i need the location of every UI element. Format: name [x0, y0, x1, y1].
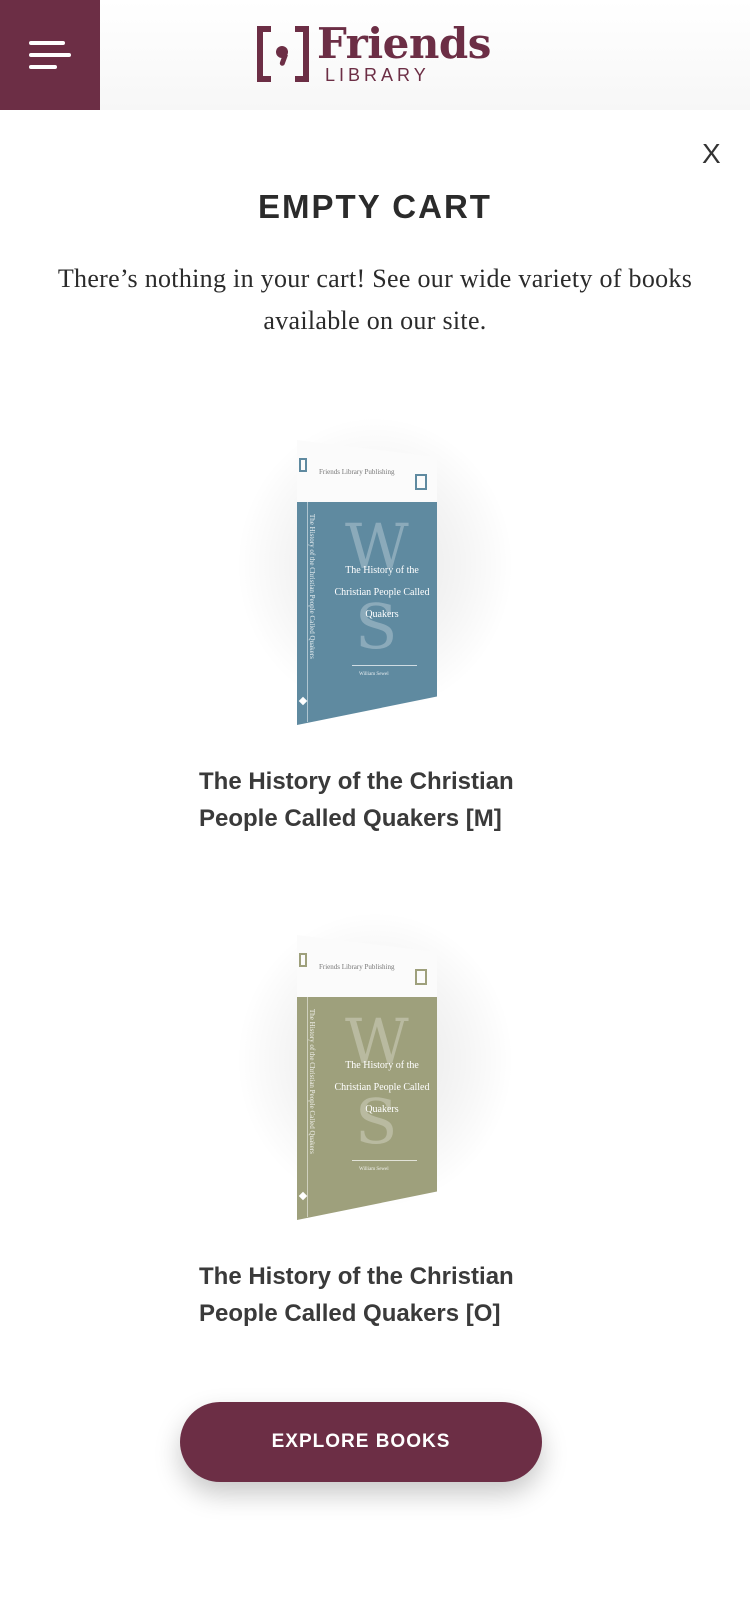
- close-button[interactable]: X: [702, 138, 721, 170]
- bracket-comma-logo-icon: [255, 22, 311, 84]
- book-title[interactable]: The History of the Christian People Call…: [195, 1258, 555, 1332]
- site-logo[interactable]: Friends LIBRARY: [255, 22, 491, 92]
- empty-cart-message: There’s nothing in your cart! See our wi…: [57, 264, 693, 335]
- hamburger-menu-icon: [29, 41, 71, 69]
- cover-author: William Sewel: [359, 672, 389, 677]
- book-card[interactable]: Friends Library Publishing The History o…: [195, 395, 555, 837]
- explore-books-button[interactable]: EXPLORE BOOKS: [180, 1402, 542, 1482]
- logo-title: Friends: [317, 19, 491, 68]
- menu-button[interactable]: [0, 0, 100, 110]
- book-title[interactable]: The History of the Christian People Call…: [195, 763, 555, 837]
- book-card[interactable]: Friends Library Publishing The History o…: [195, 890, 555, 1332]
- cover-spine-text: The History of the Christian People Call…: [308, 514, 316, 659]
- book-cover-image[interactable]: Friends Library Publishing The History o…: [297, 440, 437, 725]
- page-title: EMPTY CART: [258, 188, 492, 225]
- cover-publisher: Friends Library Publishing: [319, 963, 395, 971]
- cover-author: William Sewel: [359, 1167, 389, 1172]
- cover-title: The History of the Christian People Call…: [334, 1060, 430, 1115]
- site-header: Friends LIBRARY: [0, 0, 750, 110]
- logo-subtitle: LIBRARY: [325, 65, 430, 85]
- book-cover-image[interactable]: Friends Library Publishing The History o…: [297, 935, 437, 1220]
- cover-title: The History of the Christian People Call…: [334, 565, 430, 620]
- book-cover-wrap: Friends Library Publishing The History o…: [195, 890, 555, 1220]
- cover-spine-text: The History of the Christian People Call…: [308, 1009, 316, 1154]
- cover-publisher: Friends Library Publishing: [319, 468, 395, 476]
- book-cover-wrap: Friends Library Publishing The History o…: [195, 395, 555, 725]
